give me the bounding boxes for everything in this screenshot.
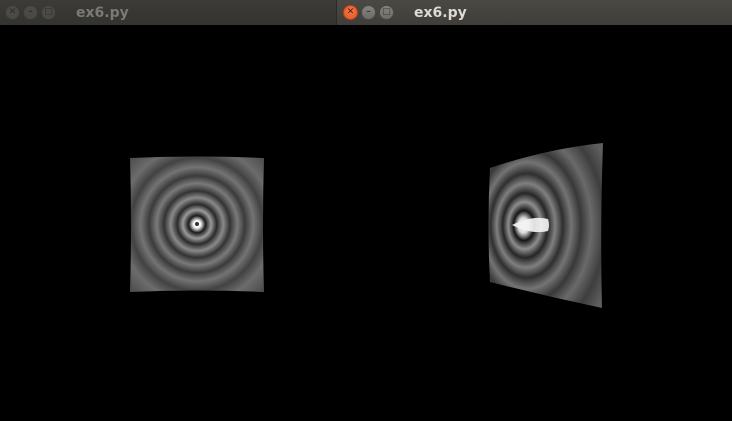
maximize-icon: □ (382, 7, 391, 17)
window-right[interactable]: ✕ – □ ex6.py (336, 0, 732, 421)
window-controls: ✕ – □ (5, 5, 56, 20)
maximize-icon: □ (44, 7, 53, 17)
minimize-button[interactable]: – (23, 5, 38, 20)
minimize-icon: – (28, 7, 33, 17)
titlebar-right[interactable]: ✕ – □ ex6.py (336, 0, 732, 25)
window-controls: ✕ – □ (343, 5, 394, 20)
maximize-button[interactable]: □ (41, 5, 56, 20)
window-title: ex6.py (76, 4, 129, 21)
window-title: ex6.py (414, 4, 467, 21)
minimize-button[interactable]: – (361, 5, 376, 20)
close-button[interactable]: ✕ (5, 5, 20, 20)
close-button[interactable]: ✕ (343, 5, 358, 20)
gl-canvas-left[interactable] (0, 25, 336, 421)
titlebar-left[interactable]: ✕ – □ ex6.py (0, 0, 336, 25)
close-icon: ✕ (8, 7, 17, 17)
desktop: ✕ – □ ex6.py ✕ – □ ex6.py (0, 0, 732, 421)
center-dot (195, 222, 199, 226)
ripple-render-left (130, 156, 264, 292)
window-left[interactable]: ✕ – □ ex6.py (0, 0, 336, 421)
minimize-icon: – (366, 7, 371, 17)
close-icon: ✕ (346, 7, 355, 17)
maximize-button[interactable]: □ (379, 5, 394, 20)
ripple-render-right (488, 143, 603, 308)
gl-canvas-right[interactable] (336, 25, 732, 421)
